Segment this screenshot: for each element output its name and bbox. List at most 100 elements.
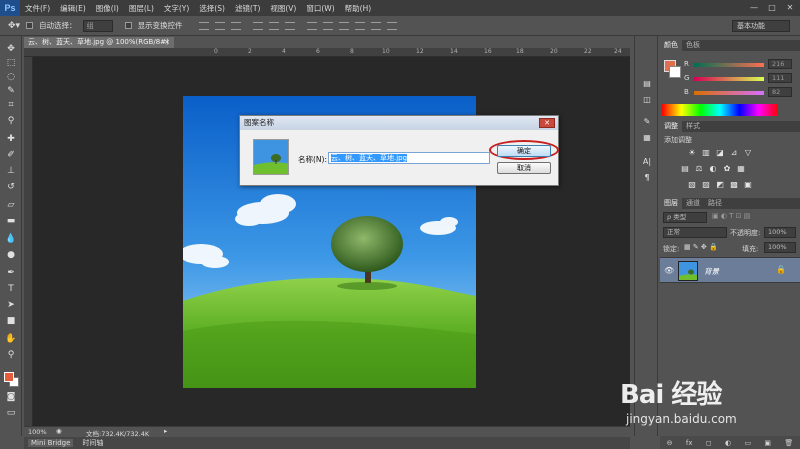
blend-mode-dropdown[interactable]: 正常 [663,227,727,238]
tab-layers[interactable]: 图层 [660,198,682,209]
eyedropper-tool-icon[interactable]: ⚲ [3,116,19,127]
blue-slider[interactable]: B 82 [684,87,796,98]
distribute-bottom-icon[interactable] [338,21,349,30]
tab-mini-bridge[interactable]: Mini Bridge [28,439,74,447]
blue-value[interactable]: 82 [768,87,792,97]
layer-row-background[interactable]: 👁 背景 🔒 [660,257,800,283]
green-slider[interactable]: G 111 [684,73,796,84]
dodge-tool-icon[interactable]: ● [3,250,19,261]
lasso-tool-icon[interactable]: ◌ [3,72,19,83]
menu-edit[interactable]: 编辑(E) [55,3,91,14]
green-value[interactable]: 111 [768,73,792,83]
type-tool-icon[interactable]: T [3,284,19,295]
menu-select[interactable]: 选择(S) [194,3,230,14]
channel-mixer-icon[interactable]: ▦ [736,164,746,174]
filter-icons[interactable]: ▣ ◐ T ⊡ ▤ [712,212,750,220]
new-adjustment-layer-icon[interactable]: ◐ [725,439,731,447]
align-bottom-icon[interactable] [230,21,241,30]
panel-bg-color-swatch[interactable] [669,66,681,78]
new-layer-icon[interactable]: ▣ [764,439,771,447]
tab-swatches[interactable]: 色板 [682,40,704,51]
tab-channels[interactable]: 通道 [682,198,704,209]
quick-select-tool-icon[interactable]: ✎ [3,86,19,97]
tab-color[interactable]: 颜色 [660,40,682,51]
new-group-icon[interactable]: ▭ [744,439,751,447]
menu-image[interactable]: 图像(I) [91,3,124,14]
align-right-icon[interactable] [284,21,295,30]
blue-track[interactable] [694,91,764,95]
brightness-contrast-icon[interactable]: ☀ [687,148,697,158]
paragraph-panel-icon[interactable]: ¶ [640,172,654,183]
lock-icons[interactable]: ▦ ✎ ✥ 🔒 [684,243,718,251]
hue-saturation-icon[interactable]: ▤ [680,164,690,174]
path-select-tool-icon[interactable]: ➤ [3,300,19,311]
color-balance-icon[interactable]: ⚖ [694,164,704,174]
layer-style-icon[interactable]: fx [686,439,693,447]
distribute-left-icon[interactable] [354,21,365,30]
red-slider[interactable]: R 216 [684,59,796,70]
clone-stamp-tool-icon[interactable]: ⊥ [3,166,19,177]
menu-layer[interactable]: 图层(L) [124,3,159,14]
brush-panel-icon[interactable]: ✎ [640,116,654,127]
posterize-icon[interactable]: ▨ [701,180,711,190]
distribute-right-icon[interactable] [386,21,397,30]
history-brush-tool-icon[interactable]: ↺ [3,182,19,193]
dialog-title[interactable]: 图案名称 [240,116,558,130]
opacity-input[interactable]: 100% [764,227,796,238]
vertical-ruler[interactable] [24,57,33,426]
move-tool-icon[interactable]: ✥ [3,44,19,55]
character-panel-icon[interactable]: A| [640,156,654,167]
tab-paths[interactable]: 路径 [704,198,726,209]
align-hcenter-icon[interactable] [268,21,279,30]
move-tool-preset-icon[interactable]: ✥▾ [8,21,20,31]
maximize-button[interactable]: □ [766,2,778,13]
red-value[interactable]: 216 [768,59,792,69]
document-tab-close[interactable]: × [164,37,170,48]
distribute-hcenter-icon[interactable] [370,21,381,30]
fill-input[interactable]: 100% [764,242,796,253]
canvas-area[interactable]: 图案名称 ✕ 名称(N): 云、树、蓝天、草地.jpg 确定 取消 [33,57,630,426]
levels-icon[interactable]: ▥ [701,148,711,158]
gradient-map-icon[interactable]: ▩ [729,180,739,190]
auto-select-checkbox[interactable] [26,22,34,29]
color-spectrum-bar[interactable] [662,104,778,116]
properties-panel-icon[interactable]: ◫ [640,94,654,105]
align-vcenter-icon[interactable] [214,21,225,30]
align-left-icon[interactable] [252,21,263,30]
threshold-icon[interactable]: ◩ [715,180,725,190]
zoom-tool-icon[interactable]: ⚲ [3,350,19,361]
distribute-vcenter-icon[interactable] [322,21,333,30]
pen-tool-icon[interactable]: ✒ [3,268,19,279]
cancel-button[interactable]: 取消 [497,162,551,174]
workspace-switcher[interactable]: 基本功能 [732,20,790,32]
show-transform-checkbox[interactable] [124,22,132,29]
invert-icon[interactable]: ▧ [687,180,697,190]
auto-select-dropdown[interactable]: 组 [82,19,113,32]
menu-view[interactable]: 视图(V) [265,3,301,14]
delete-layer-icon[interactable]: 🗑 [784,439,793,447]
zoom-level[interactable]: 100% [28,428,47,436]
align-top-icon[interactable] [198,21,209,30]
shape-tool-icon[interactable]: ■ [3,316,19,327]
brush-presets-icon[interactable]: ▦ [640,132,654,143]
history-panel-icon[interactable]: ▤ [640,78,654,89]
red-track[interactable] [694,63,764,67]
black-white-icon[interactable]: ◐ [708,164,718,174]
menu-type[interactable]: 文字(Y) [159,3,194,14]
link-layers-icon[interactable]: ⊖ [667,439,673,447]
brush-tool-icon[interactable]: ✐ [3,150,19,161]
tab-adjustments[interactable]: 调整 [660,121,682,132]
healing-brush-tool-icon[interactable]: ✚ [3,134,19,145]
selective-color-icon[interactable]: ▣ [743,180,753,190]
vibrance-icon[interactable]: ▽ [743,148,753,158]
document-tab[interactable]: 云、树、蓝天、草地.jpg @ 100%(RGB/8#) × [24,37,174,48]
photo-filter-icon[interactable]: ✿ [722,164,732,174]
blur-tool-icon[interactable]: 💧 [3,234,19,245]
curves-icon[interactable]: ◪ [715,148,725,158]
close-window-button[interactable]: ✕ [784,2,796,13]
status-menu-icon[interactable]: ◉ [56,427,62,435]
tab-styles[interactable]: 样式 [682,121,704,132]
horizontal-ruler[interactable]: 0 2 4 6 8 10 12 14 16 18 20 22 24 [24,48,630,57]
screen-mode-icon[interactable]: ▭ [3,408,19,419]
exposure-icon[interactable]: ⊿ [729,148,739,158]
